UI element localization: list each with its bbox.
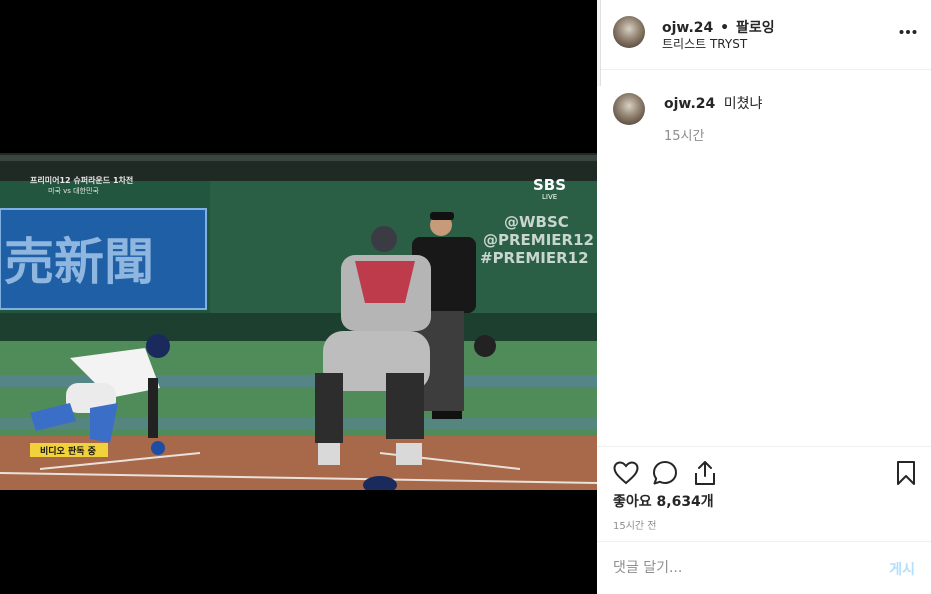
video-caption: 비디오 판독 중 <box>40 445 96 457</box>
wall-text-1: @WBSC <box>504 213 569 231</box>
comment-text: 미쳤냐 <box>723 96 763 112</box>
scoreboard-line2: 미국 vs 대한민국 <box>48 186 99 195</box>
post-comment-button[interactable]: 게시 <box>889 559 915 579</box>
bookmark-icon <box>897 461 915 485</box>
sign-text: 売新聞 <box>4 233 154 291</box>
video-player[interactable]: 売新聞 프리미어12 슈퍼라운드 1차전 미국 vs 대한민국 SBS LIVE… <box>0 153 597 490</box>
broadcaster-logo: SBS <box>533 176 566 194</box>
wall-text-3: #PREMIER12 <box>480 249 589 267</box>
panel-scroll-edge <box>597 0 601 86</box>
post-actions: 좋아요 8,634개 15시간 전 <box>597 446 931 542</box>
add-comment-bar: 게시 <box>597 541 931 594</box>
follow-status[interactable]: 팔로잉 <box>736 20 775 36</box>
comment-username[interactable]: ojw.24 <box>664 96 715 112</box>
post-header: ojw.24 • 팔로잉 트리스트 TRYST <box>597 0 931 86</box>
post-timestamp[interactable]: 15시간 전 <box>613 517 657 532</box>
like-count[interactable]: 좋아요 8,634개 <box>613 491 714 511</box>
comment-input[interactable] <box>613 557 863 579</box>
avatar[interactable] <box>613 16 645 48</box>
wall-text-2: @PREMIER12 <box>483 231 594 249</box>
scoreboard-line1: 프리미어12 슈퍼라운드 1차전 <box>30 175 133 185</box>
comment-button[interactable] <box>651 459 679 487</box>
media-area: 売新聞 프리미어12 슈퍼라운드 1차전 미국 vs 대한민국 SBS LIVE… <box>0 0 597 594</box>
post-location[interactable]: 트리스트 TRYST <box>662 35 747 52</box>
broadcaster-sub: LIVE <box>542 193 557 201</box>
comment-time: 15시간 <box>664 129 705 144</box>
comment-avatar[interactable] <box>613 93 645 125</box>
share-button[interactable] <box>691 459 719 487</box>
heart-icon <box>613 461 639 485</box>
more-horizontal-icon <box>899 30 917 34</box>
post-author: ojw.24 • 팔로잉 <box>662 17 775 37</box>
comment-body: ojw.24 미쳤냐 <box>664 93 762 113</box>
like-button[interactable] <box>612 459 640 487</box>
author-username[interactable]: ojw.24 <box>662 20 713 36</box>
comment-icon <box>653 461 677 485</box>
save-button[interactable] <box>892 459 920 487</box>
video-frame: 売新聞 프리미어12 슈퍼라운드 1차전 미국 vs 대한민국 SBS LIVE… <box>0 153 597 490</box>
post-panel: ojw.24 • 팔로잉 트리스트 TRYST ojw.24 미쳤냐 15시간 <box>597 0 931 594</box>
more-options-button[interactable] <box>899 22 917 38</box>
separator-dot: • <box>720 20 730 36</box>
share-icon <box>695 461 715 485</box>
